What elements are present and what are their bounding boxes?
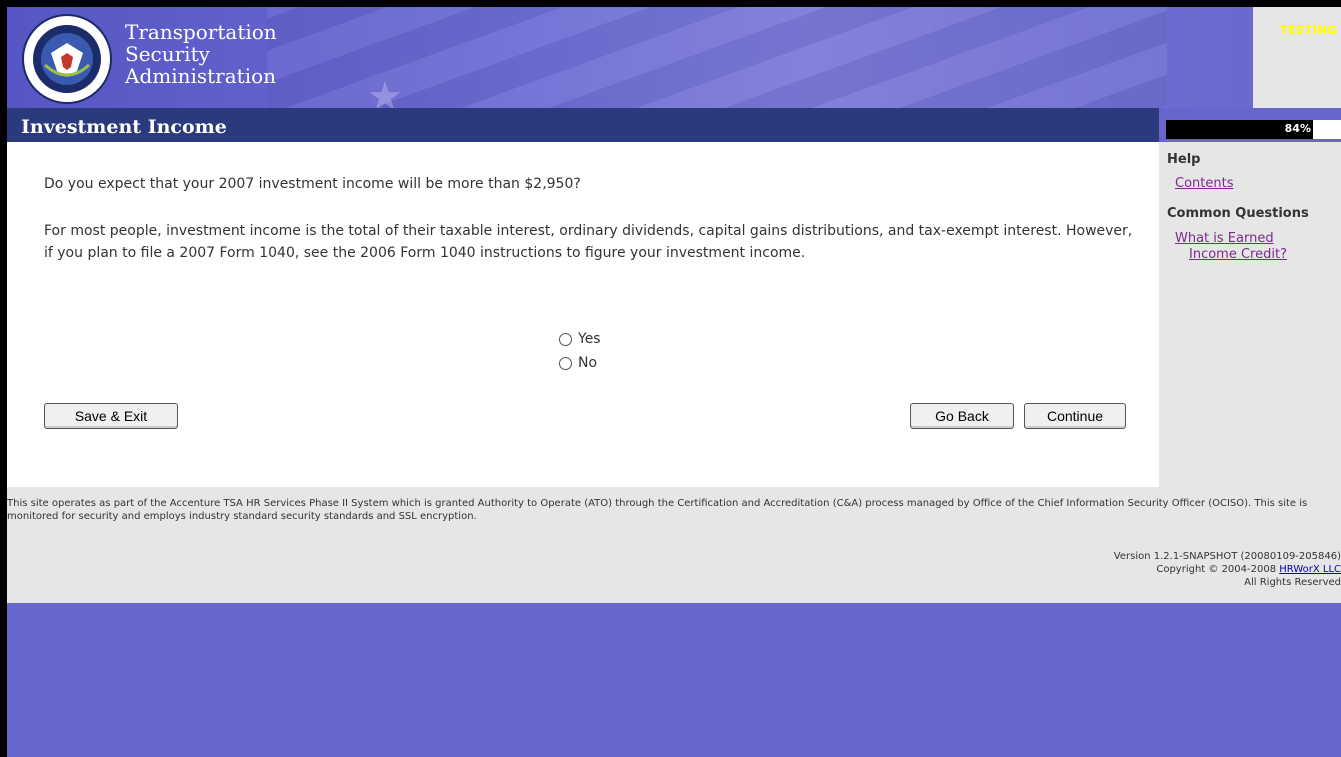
site-footer: This site operates as part of the Accent… bbox=[7, 487, 1341, 603]
right-strip bbox=[1159, 108, 1341, 120]
rights-text: All Rights Reserved bbox=[1244, 577, 1341, 588]
progress-label: 84% bbox=[1284, 122, 1311, 135]
radio-yes-label[interactable]: Yes bbox=[578, 331, 601, 347]
dhs-seal-icon bbox=[22, 14, 112, 104]
agency-name-line3: Administration bbox=[125, 64, 277, 88]
earned-income-credit-link[interactable]: What is Earned Income Credit? bbox=[1175, 231, 1325, 263]
copyright-text: Copyright © 2004-2008 bbox=[1156, 564, 1280, 575]
agency-name-line2: Security bbox=[125, 42, 210, 66]
question-text: Do you expect that your 2007 investment … bbox=[44, 176, 581, 192]
security-notice: This site operates as part of the Accent… bbox=[7, 498, 1308, 522]
go-back-button[interactable]: Go Back bbox=[910, 403, 1014, 429]
radio-no-row[interactable]: No bbox=[559, 351, 601, 375]
version-info: Version 1.2.1-SNAPSHOT (20080109-205846)… bbox=[1114, 550, 1341, 589]
main-content: Do you expect that your 2007 investment … bbox=[7, 142, 1159, 487]
radio-yes[interactable] bbox=[559, 332, 572, 346]
continue-button[interactable]: Continue bbox=[1024, 403, 1126, 429]
site-header: ★ Transportation Security Administration bbox=[7, 7, 1341, 108]
explanation-text: For most people, investment income is th… bbox=[44, 223, 1133, 261]
star-decoration: ★ bbox=[367, 74, 403, 108]
common-questions-heading: Common Questions bbox=[1167, 206, 1309, 221]
radio-no-label[interactable]: No bbox=[578, 355, 597, 371]
help-panel: Help Contents Common Questions What is E… bbox=[1159, 142, 1341, 487]
earned-income-credit-line1[interactable]: What is Earned bbox=[1175, 231, 1274, 246]
help-contents-link[interactable]: Contents bbox=[1175, 176, 1233, 192]
hrworx-link[interactable]: HRWorX LLC bbox=[1279, 564, 1341, 575]
copyright-line: Copyright © 2004-2008 HRWorX LLC bbox=[1114, 563, 1341, 576]
earned-income-credit-line2[interactable]: Income Credit? bbox=[1175, 247, 1325, 263]
radio-no[interactable] bbox=[559, 356, 572, 370]
radio-yes-row[interactable]: Yes bbox=[559, 327, 601, 351]
testing-panel: TESTING bbox=[1253, 7, 1341, 108]
page-title: Investment Income bbox=[21, 116, 227, 138]
version-text: Version 1.2.1-SNAPSHOT (20080109-205846) bbox=[1113, 551, 1341, 562]
progress-bar: 84% bbox=[1166, 120, 1341, 139]
page-title-bar: Investment Income bbox=[7, 108, 1159, 142]
agency-name: Transportation Security Administration bbox=[125, 21, 277, 87]
answer-radio-group: Yes No bbox=[559, 327, 601, 375]
help-heading: Help bbox=[1167, 152, 1201, 167]
testing-label: TESTING bbox=[1279, 23, 1337, 37]
agency-name-line1: Transportation bbox=[125, 20, 277, 44]
save-exit-button[interactable]: Save & Exit bbox=[44, 403, 178, 429]
